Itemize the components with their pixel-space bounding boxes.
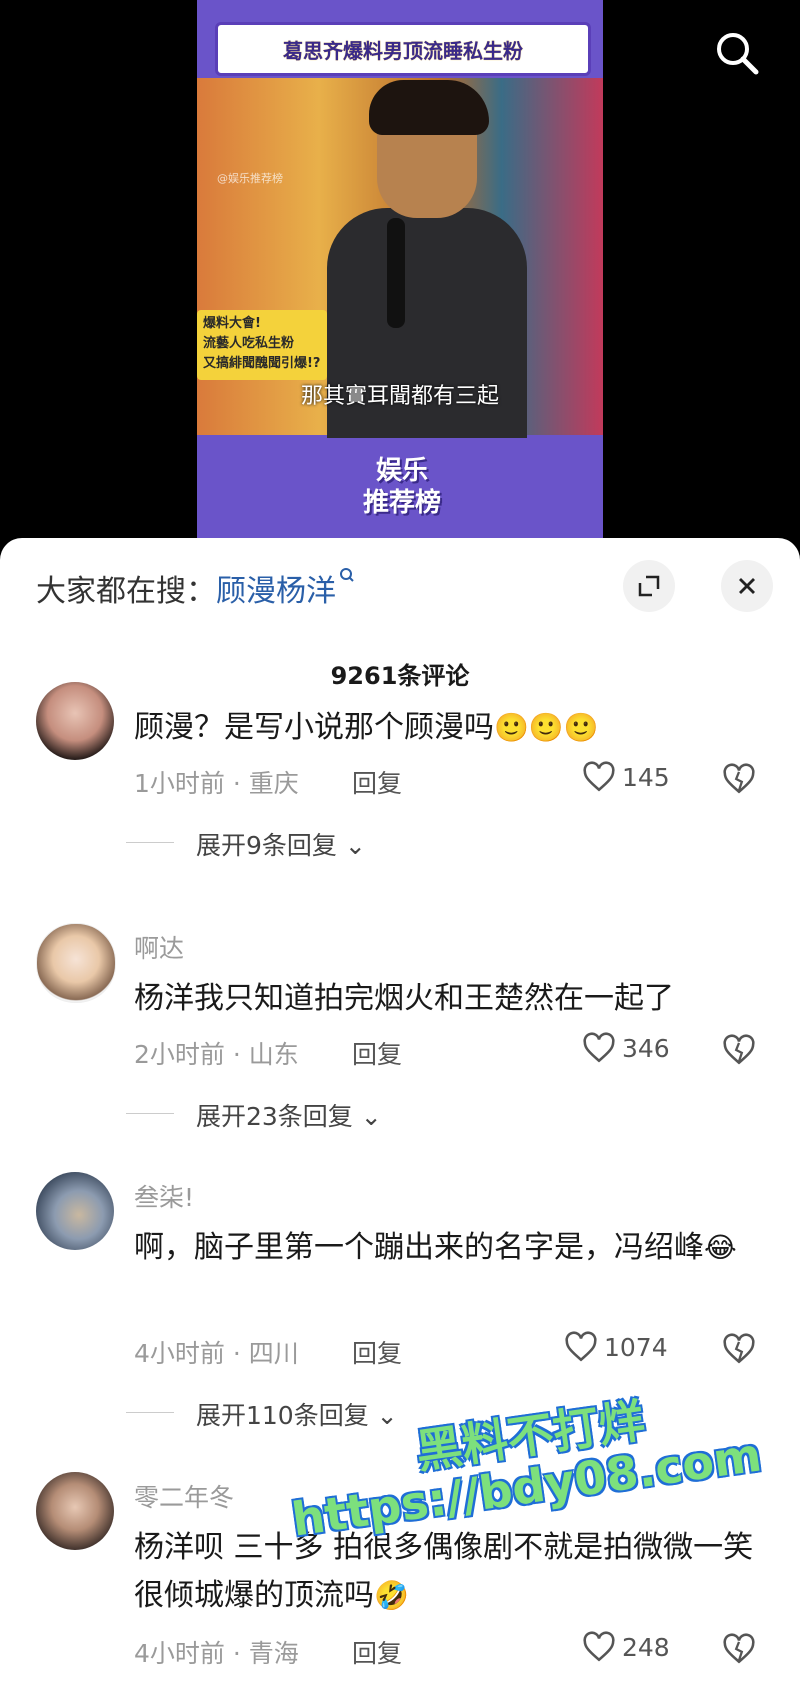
dislike-icon[interactable] (722, 1332, 756, 1366)
badge-line-1: 爆料大會! (203, 316, 261, 331)
badge-line-2: 流藝人吃私生粉 (203, 336, 295, 351)
video-subtitle: 那其實耳聞都有三起 (300, 384, 499, 409)
comment-emoji: 🤣 (374, 1579, 409, 1612)
like-count: 346 (622, 1033, 670, 1063)
hot-search-term[interactable]: 顾漫杨洋 (216, 574, 336, 609)
expand-sheet-button[interactable] (623, 560, 675, 612)
chevron-down-icon: ⌄ (352, 1102, 382, 1131)
like-button[interactable]: 145 (582, 760, 670, 794)
comment-text-content: 杨洋我只知道拍完烟火和王楚然在一起了 (134, 981, 674, 1016)
comment-count: 9261条评论 (330, 662, 470, 690)
reply-button[interactable]: 回复 (352, 764, 402, 800)
reply-button[interactable]: 回复 (352, 1334, 402, 1370)
brand-line-2: 推荐榜 (362, 488, 441, 518)
dislike-icon[interactable] (722, 1632, 756, 1666)
expand-replies-button[interactable]: 展开110条回复 ⌄ (126, 1396, 398, 1432)
like-button[interactable]: 1074 (564, 1330, 668, 1364)
heart-icon (565, 1331, 597, 1362)
comment-text: 顾漫？是写小说那个顾漫吗🙂🙂🙂 (134, 704, 754, 752)
reply-button[interactable]: 回复 (352, 1035, 402, 1071)
speaker-hair (369, 80, 489, 135)
video-player[interactable]: 葛思齐爆料男顶流睡私生粉 @娱乐推荐榜 爆料大會! 流藝人吃私生粉 又搞緋聞醜聞… (0, 0, 800, 540)
comment-text: 杨洋呗 三十多 拍很多偶像剧不就是拍微微一笑很倾城爆的顶流吗🤣 (134, 1524, 754, 1620)
heart-icon (583, 761, 615, 792)
comment-text-content: 啊，脑子里第一个蹦出来的名字是，冯绍峰 (134, 1230, 704, 1265)
like-count: 248 (622, 1632, 670, 1662)
video-caption-badge: 爆料大會! 流藝人吃私生粉 又搞緋聞醜聞引爆!? (197, 310, 327, 380)
comment-item: 零二年冬 杨洋呗 三十多 拍很多偶像剧不就是拍微微一笑很倾城爆的顶流吗🤣 4小时… (0, 1472, 800, 1700)
search-small-icon (340, 568, 354, 582)
avatar[interactable] (36, 1172, 114, 1250)
comment-sheet: 大家都在搜：顾漫杨洋 9261条评论 顾漫？是写小说那个顾漫吗🙂🙂🙂 1小时前 … (0, 538, 800, 1700)
comment-meta: 1小时前 · 重庆 (134, 769, 299, 798)
like-count: 145 (622, 762, 670, 792)
video-watermark: @娱乐推荐榜 (217, 172, 283, 185)
expand-replies-label: 展开9条回复 (196, 831, 337, 860)
expand-replies-button[interactable]: 展开23条回复 ⌄ (126, 1097, 382, 1133)
like-count: 1074 (604, 1332, 668, 1362)
search-icon (717, 33, 759, 75)
heart-icon (583, 1631, 615, 1662)
close-sheet-button[interactable] (721, 560, 773, 612)
comment-item: 叁柒! 啊，脑子里第一个蹦出来的名字是，冯绍峰😂 4小时前 · 四川 回复 10… (0, 1172, 800, 1472)
chevron-down-icon: ⌄ (368, 1401, 398, 1430)
video-title-banner: 葛思齐爆料男顶流睡私生粉 (215, 22, 591, 76)
comment-author[interactable]: 啊达 (134, 929, 184, 965)
comment-item: 顾漫？是写小说那个顾漫吗🙂🙂🙂 1小时前 · 重庆 回复 145 展开9条回复 … (0, 682, 800, 928)
avatar[interactable] (36, 1472, 114, 1550)
avatar[interactable] (36, 923, 116, 1003)
avatar[interactable] (36, 682, 114, 760)
expand-icon (638, 575, 660, 597)
comment-meta: 4小时前 · 青海 (134, 1639, 299, 1668)
brand-logo: 娱乐 推荐榜 (312, 455, 492, 525)
comment-meta: 2小时前 · 山东 (134, 1040, 299, 1069)
like-button[interactable]: 346 (582, 1031, 670, 1065)
comment-meta: 4小时前 · 四川 (134, 1339, 299, 1368)
brand-line-1: 娱乐 (375, 456, 428, 486)
comment-item: 啊达 杨洋我只知道拍完烟火和王楚然在一起了 2小时前 · 山东 回复 346 展… (0, 923, 800, 1173)
comment-author[interactable]: 叁柒! (134, 1178, 194, 1214)
search-button[interactable] (712, 28, 762, 78)
badge-line-3: 又搞緋聞醜聞引爆!? (203, 356, 321, 371)
reply-button[interactable]: 回复 (352, 1634, 402, 1670)
comment-text-content: 顾漫？是写小说那个顾漫吗 (134, 710, 494, 745)
comment-emoji: 😂 (704, 1231, 737, 1264)
chevron-down-icon: ⌄ (336, 831, 366, 860)
expand-replies-label: 展开110条回复 (196, 1401, 369, 1430)
comment-text: 啊，脑子里第一个蹦出来的名字是，冯绍峰😂 (134, 1224, 754, 1272)
dislike-icon[interactable] (722, 762, 756, 796)
expand-replies-button[interactable]: 展开9条回复 ⌄ (126, 826, 366, 862)
like-button[interactable]: 248 (582, 1630, 670, 1664)
dislike-icon[interactable] (722, 1033, 756, 1067)
comment-text: 杨洋我只知道拍完烟火和王楚然在一起了 (134, 975, 754, 1023)
expand-replies-label: 展开23条回复 (196, 1102, 353, 1131)
close-icon (739, 578, 755, 594)
video-frame[interactable]: 葛思齐爆料男顶流睡私生粉 @娱乐推荐榜 爆料大會! 流藝人吃私生粉 又搞緋聞醜聞… (197, 0, 603, 540)
hot-search-label: 大家都在搜： (36, 574, 216, 609)
comment-text-content: 杨洋呗 三十多 拍很多偶像剧不就是拍微微一笑很倾城爆的顶流吗 (134, 1530, 754, 1613)
comment-author[interactable]: 零二年冬 (134, 1478, 234, 1514)
heart-icon (583, 1032, 615, 1063)
hot-search-bar[interactable]: 大家都在搜：顾漫杨洋 (36, 566, 356, 610)
comment-emoji: 🙂🙂🙂 (494, 711, 599, 744)
microphone-icon (387, 218, 405, 328)
